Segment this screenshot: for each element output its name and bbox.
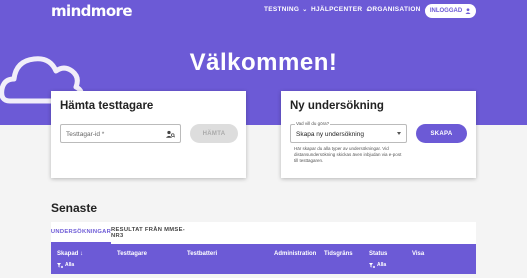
sort-arrow-down-icon[interactable]: ↓ [80, 251, 83, 257]
survey-type-select[interactable]: Vad vill du göra? Skapa ny undersökning [290, 121, 407, 143]
table-header: Skapad ↓ Testtagare Testbatteri Administ… [51, 244, 476, 274]
top-navigation-bar: mindmore TESTNING ⌄ HJÄLPCENTER ⌄ ORGANI… [0, 0, 527, 22]
fetch-button[interactable]: HÄMTA [190, 124, 238, 143]
create-button[interactable]: SKAPA [416, 124, 467, 143]
column-skapad[interactable]: Skapad ↓ [57, 251, 83, 257]
filter-skapad[interactable]: Alla [57, 262, 74, 268]
fetch-test-taker-card: Hämta testtagare Testtagar-id * HÄMTA [51, 91, 246, 178]
test-taker-id-input[interactable]: Testtagar-id * [60, 124, 181, 143]
logged-in-button[interactable]: INLOGGAD [425, 4, 476, 18]
column-visa: Visa [412, 251, 425, 257]
filter-status-label: Alla [377, 262, 387, 268]
column-administration: Administration [274, 251, 317, 257]
column-status: Status [369, 251, 388, 257]
nav-organisation[interactable]: ORGANISATION ⌄ [367, 6, 429, 13]
survey-type-legend: Vad vill du göra? [295, 121, 331, 126]
recent-section-title: Senaste [51, 201, 98, 215]
nav-testning-label: TESTNING [264, 6, 300, 13]
test-taker-id-placeholder: Testtagar-id * [66, 131, 105, 138]
welcome-heading: Välkommen! [0, 49, 527, 77]
chevron-down-icon: ⌄ [302, 7, 308, 13]
dropdown-arrow-icon [397, 132, 401, 135]
welcome-text: Välkommen! [189, 49, 338, 76]
tab-resultat-mmse[interactable]: RESULTAT FRÅN MMSE-NR3 [111, 222, 191, 244]
filter-clear-icon [369, 262, 375, 268]
recent-tabs: UNDERSÖKNINGAR RESULTAT FRÅN MMSE-NR3 [51, 222, 476, 244]
column-skapad-label: Skapad [57, 251, 79, 257]
survey-type-value: Skapa ny undersökning [296, 131, 364, 138]
filter-status[interactable]: Alla [369, 262, 386, 268]
user-icon [465, 8, 471, 14]
nav-hjalpcenter[interactable]: HJÄLPCENTER ⌄ [311, 6, 371, 13]
filter-skapad-label: Alla [65, 262, 75, 268]
survey-helper-text: Här skapar du alla typer av undersökning… [294, 146, 402, 163]
nav-testning[interactable]: TESTNING ⌄ [264, 6, 308, 13]
user-search-icon[interactable] [166, 130, 175, 138]
nav-organisation-label: ORGANISATION [367, 6, 421, 13]
column-testbatteri: Testbatteri [187, 251, 218, 257]
login-label: INLOGGAD [429, 8, 463, 14]
filter-clear-icon [57, 262, 63, 268]
mindmore-logo[interactable]: mindmore [51, 3, 133, 19]
tab-undersokningar[interactable]: UNDERSÖKNINGAR [51, 222, 111, 244]
column-testtagare: Testtagare [117, 251, 147, 257]
fetch-test-taker-title: Hämta testtagare [60, 100, 154, 112]
column-tidsgrans: Tidsgräns [324, 251, 353, 257]
new-survey-title: Ny undersökning [290, 100, 384, 112]
new-survey-card: Ny undersökning Vad vill du göra? Skapa … [281, 91, 476, 178]
nav-hjalpcenter-label: HJÄLPCENTER [311, 6, 363, 13]
